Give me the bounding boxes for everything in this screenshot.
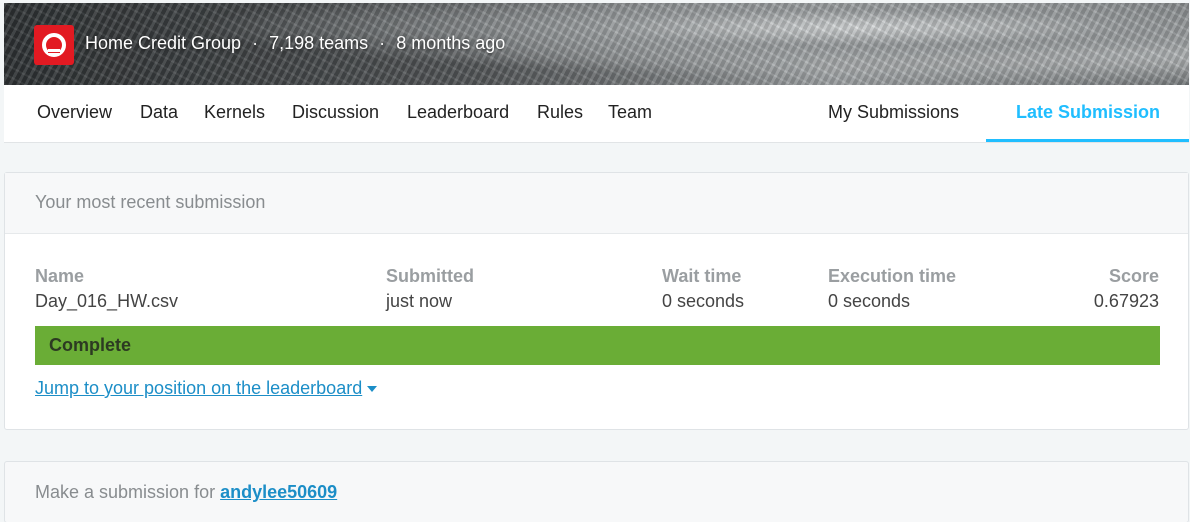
recent-submission-card: Your most recent submission Name Day_016… [4, 172, 1189, 430]
wait-time-column-label: Wait time [662, 266, 742, 286]
execution-time-value: 0 seconds [828, 291, 911, 311]
tab-kernels[interactable]: Kernels [204, 102, 265, 123]
jump-link-label[interactable]: Jump to your position on the leaderboard [35, 378, 362, 398]
tab-my-submissions[interactable]: My Submissions [828, 102, 959, 123]
status-complete-bar: Complete [35, 326, 1160, 365]
active-tab-indicator [986, 139, 1189, 142]
separator-dot: · [379, 33, 386, 53]
make-submission-card: Make a submission for andylee50609 [4, 461, 1189, 522]
execution-time-column-label: Execution time [828, 266, 957, 286]
competition-nav: Overview Data Kernels Discussion Leaderb… [4, 85, 1189, 143]
home-credit-logo-icon [42, 33, 66, 57]
submitted-column-label: Submitted [386, 266, 474, 286]
card-heading: Your most recent submission [5, 173, 1188, 234]
make-submission-prefix: Make a submission for [35, 482, 216, 502]
name-column-label: Name [35, 266, 85, 286]
tab-discussion[interactable]: Discussion [292, 102, 379, 123]
make-submission-heading: Make a submission for andylee50609 [35, 482, 337, 503]
tab-team[interactable]: Team [608, 102, 652, 123]
competition-meta: Home Credit Group · 7,198 teams · 8 mont… [85, 31, 505, 55]
submitted-value: just now [386, 291, 453, 311]
submission-file-name: Day_016_HW.csv [35, 291, 179, 311]
host-name[interactable]: Home Credit Group [85, 33, 241, 53]
user-profile-link[interactable]: andylee50609 [220, 482, 337, 502]
tab-late-submission[interactable]: Late Submission [1016, 102, 1160, 123]
score-value: 0.67923 [1093, 291, 1159, 311]
tab-data[interactable]: Data [140, 102, 178, 123]
competition-age: 8 months ago [396, 33, 506, 53]
tab-overview[interactable]: Overview [37, 102, 112, 123]
separator-dot: · [252, 33, 259, 53]
tab-rules[interactable]: Rules [537, 102, 583, 123]
jump-to-leaderboard-link[interactable]: Jump to your position on the leaderboard [35, 378, 378, 399]
caret-down-icon[interactable] [367, 386, 378, 393]
tab-leaderboard[interactable]: Leaderboard [407, 102, 509, 123]
home-credit-logo[interactable] [34, 25, 74, 65]
score-column-label: Score [1108, 266, 1159, 286]
wait-time-value: 0 seconds [662, 291, 745, 311]
team-count: 7,198 teams [269, 33, 369, 53]
competition-banner: Home Credit Group · 7,198 teams · 8 mont… [4, 3, 1189, 85]
